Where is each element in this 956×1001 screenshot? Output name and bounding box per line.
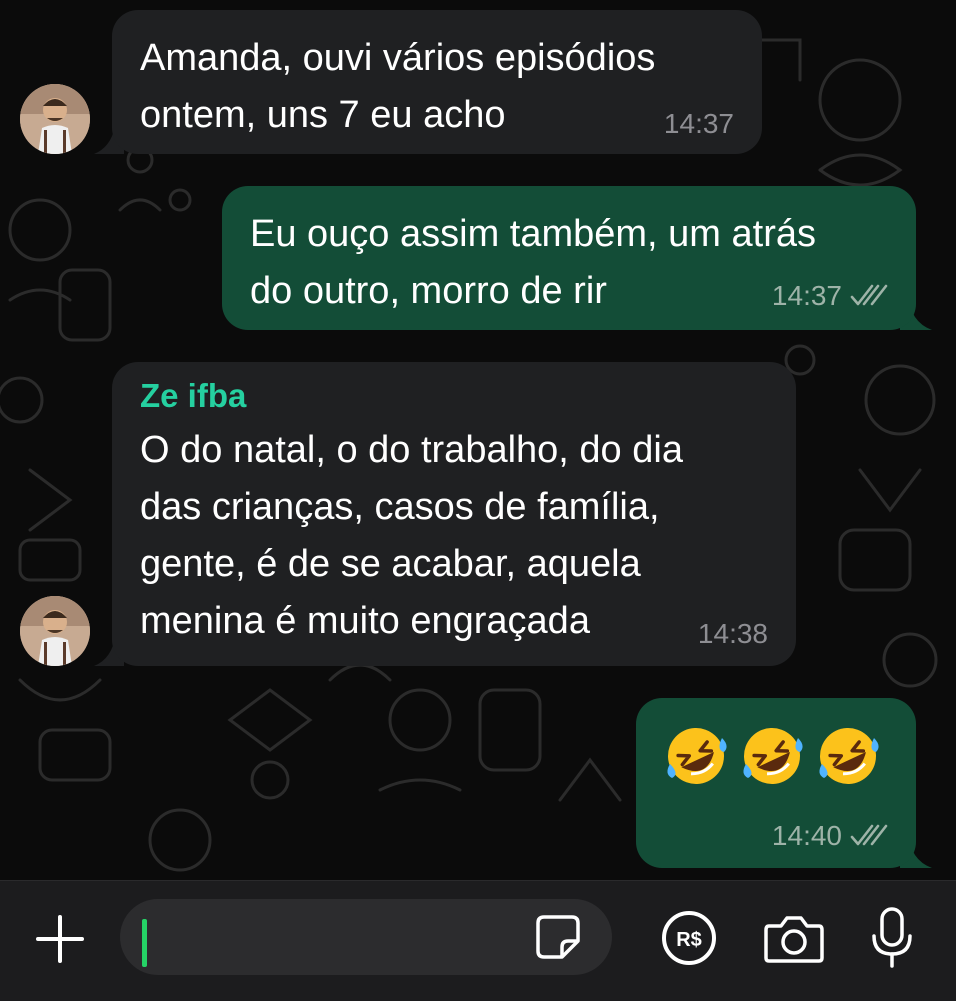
message-time: 14:37 bbox=[663, 108, 734, 139]
message-meta: 14:38 bbox=[698, 618, 768, 650]
microphone-icon bbox=[872, 907, 912, 968]
composer-bar: R$ bbox=[0, 880, 956, 1001]
svg-text:R$: R$ bbox=[676, 929, 702, 951]
rolling-on-floor-laughing-icon bbox=[743, 728, 803, 784]
message-bubble-incoming[interactable]: Ze ifba O do natal, o do trabalho, do di… bbox=[112, 362, 796, 666]
avatar-photo bbox=[20, 596, 90, 666]
camera-icon bbox=[764, 916, 824, 963]
contact-avatar[interactable] bbox=[20, 596, 90, 666]
message-text: Amanda, ouvi vários episódios ontem, uns… bbox=[140, 37, 656, 136]
message-text: O do natal, o do trabalho, do dia das cr… bbox=[140, 429, 683, 642]
pix-payment-icon: R$ bbox=[662, 911, 716, 965]
emoji-row bbox=[664, 724, 916, 788]
contact-avatar[interactable] bbox=[20, 84, 90, 154]
sticker-icon bbox=[536, 915, 580, 959]
read-receipt-icon bbox=[850, 824, 888, 846]
camera-button[interactable] bbox=[760, 905, 828, 971]
message-time: 14:37 bbox=[771, 280, 842, 311]
message-meta: 14:40 bbox=[772, 820, 890, 852]
attach-button[interactable] bbox=[28, 907, 92, 971]
sender-name[interactable]: Ze ifba bbox=[140, 376, 768, 416]
message-meta: 14:37 bbox=[664, 108, 734, 140]
read-receipt-icon bbox=[850, 284, 888, 306]
text-caret bbox=[142, 919, 147, 967]
message-time: 14:40 bbox=[771, 820, 842, 851]
message-meta: 14:37 bbox=[772, 280, 890, 312]
message-bubble-outgoing[interactable]: Eu ouço assim também, um atrás do outro,… bbox=[222, 186, 916, 330]
plus-icon bbox=[36, 915, 84, 963]
rolling-on-floor-laughing-icon bbox=[819, 728, 879, 784]
message-bubble-incoming[interactable]: Amanda, ouvi vários episódios ontem, uns… bbox=[112, 10, 762, 154]
message-time: 14:38 bbox=[697, 618, 768, 649]
avatar-photo bbox=[20, 84, 90, 154]
message-input[interactable] bbox=[120, 899, 612, 975]
voice-message-button[interactable] bbox=[862, 903, 922, 973]
rolling-on-floor-laughing-icon bbox=[667, 728, 727, 784]
message-bubble-outgoing[interactable]: 14:40 bbox=[636, 698, 916, 868]
payment-button[interactable]: R$ bbox=[656, 905, 722, 971]
sticker-button[interactable] bbox=[530, 911, 586, 963]
